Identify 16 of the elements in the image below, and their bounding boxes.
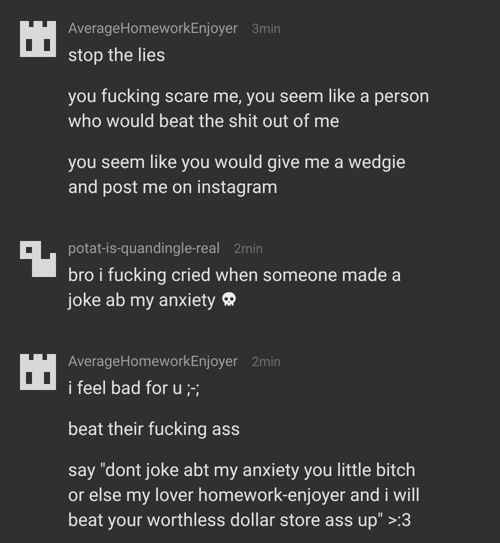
message-text: you fucking scare me, you seem like a person who would beat the shit out of me [68, 85, 430, 134]
timestamp: 2min [252, 355, 281, 370]
message-text: beat their fucking ass [68, 418, 242, 442]
username[interactable]: potat-is-quandingle-real [68, 240, 220, 257]
pixel-avatar-icon [20, 241, 56, 277]
username[interactable]: AverageHomeworkEnjoyer [68, 353, 238, 370]
castle-avatar-icon [20, 354, 56, 390]
message-text: you seem like you would give me a wedgie and post me on instagram [68, 151, 407, 200]
message-text: i feel bad for u ;-; [68, 377, 200, 401]
username[interactable]: AverageHomeworkEnjoyer [68, 20, 238, 37]
timestamp: 3min [252, 22, 281, 37]
timestamp: 2min [234, 242, 263, 257]
message-text: stop the lies [68, 44, 166, 68]
castle-avatar-icon [20, 21, 56, 57]
message-text: bro i fucking cried when someone made a joke ab my anxiety [68, 264, 402, 313]
message-text: say "dont joke abt my anxiety you little bitch or else my lover homework-enjoyer and i will beat your worthless dollar store ass up" >:3 [68, 459, 421, 533]
